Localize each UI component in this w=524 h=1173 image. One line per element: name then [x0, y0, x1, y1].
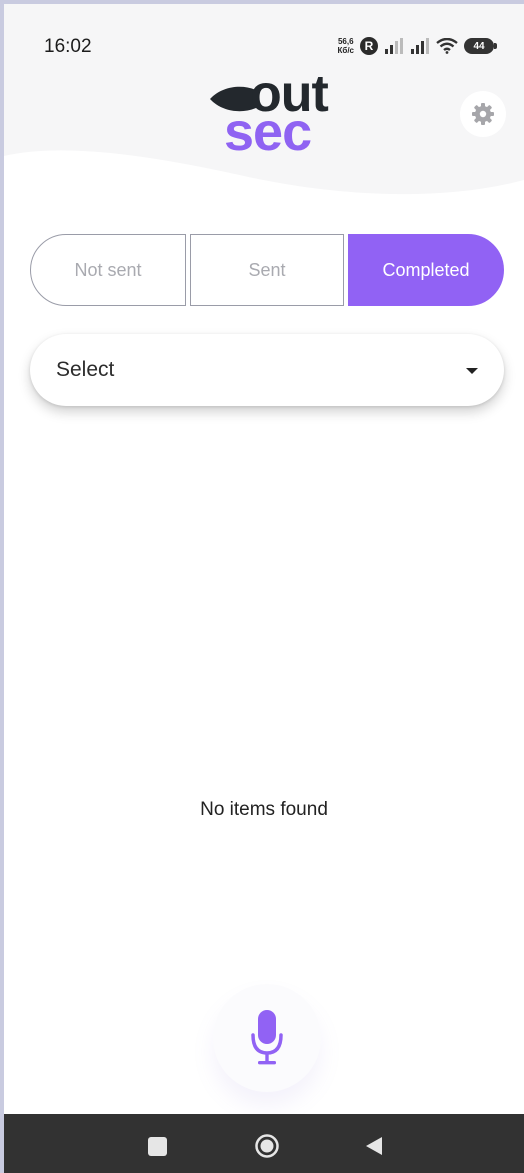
- signal-icon: [411, 38, 429, 54]
- home-circle-icon[interactable]: [254, 1133, 280, 1159]
- status-icons: 56,6 Кб/с R 44: [337, 32, 497, 60]
- network-speed: 56,6 Кб/с: [337, 37, 355, 55]
- recents-square-icon[interactable]: [148, 1137, 167, 1156]
- gear-icon: [472, 103, 494, 125]
- select-value: Select: [56, 358, 115, 381]
- back-triangle-icon[interactable]: [364, 1135, 384, 1157]
- empty-state-text: No items found: [200, 799, 328, 820]
- battery-icon: 44: [464, 38, 497, 54]
- tab-not-sent[interactable]: Not sent: [30, 234, 186, 306]
- microphone-icon: [251, 1010, 283, 1065]
- system-nav-bar: [4, 1114, 524, 1173]
- app-logo: out sec: [204, 66, 334, 162]
- status-tabs: Not sent Sent Completed: [30, 234, 504, 306]
- wifi-icon: [436, 38, 458, 54]
- app-screen: 16:02 56,6 Кб/с R 44 out sec Not sent Se…: [4, 4, 524, 1173]
- tab-sent[interactable]: Sent: [190, 234, 344, 306]
- settings-button[interactable]: [460, 91, 506, 137]
- dropdown-caret-icon: [466, 368, 478, 374]
- r-badge-icon: R: [360, 37, 378, 55]
- tab-completed[interactable]: Completed: [348, 234, 504, 306]
- logo-text-sec: sec: [224, 102, 312, 162]
- status-time: 16:02: [44, 36, 92, 57]
- signal-icon: [385, 38, 403, 54]
- microphone-button[interactable]: [213, 984, 321, 1092]
- select-dropdown[interactable]: Select: [30, 334, 504, 406]
